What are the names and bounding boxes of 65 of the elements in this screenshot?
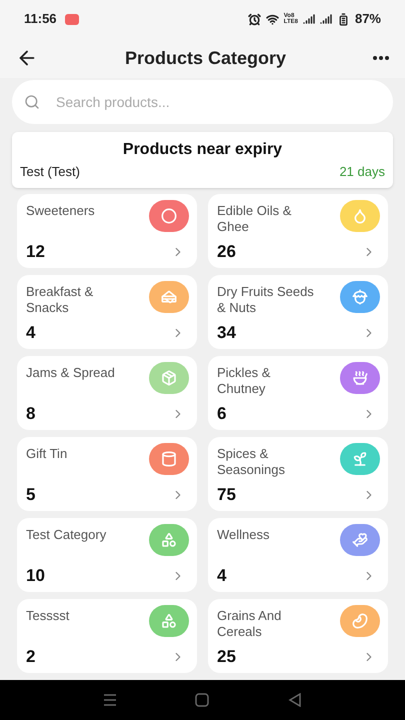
category-count: 6 <box>217 404 226 424</box>
category-count: 26 <box>217 242 236 262</box>
category-name: Dry Fruits Seeds & Nuts <box>217 282 315 316</box>
bean-icon <box>352 612 368 628</box>
category-count: 25 <box>217 646 236 666</box>
category-card[interactable]: Gift Tin 5 <box>17 436 197 510</box>
expiry-title: Products near expiry <box>122 140 284 160</box>
battery-icon <box>336 12 350 26</box>
search-field[interactable]: Search products... <box>12 80 393 124</box>
category-count: 12 <box>26 242 45 262</box>
category-card[interactable]: Tesssst 2 <box>17 598 197 672</box>
category-count: 34 <box>217 322 236 342</box>
category-card[interactable]: Grains And Cereals 25 <box>208 598 388 672</box>
bowl-icon <box>352 370 368 386</box>
category-card[interactable]: Sweeteners 12 <box>17 194 197 268</box>
category-card[interactable]: Breakfast & Snacks 4 <box>17 274 197 348</box>
back-icon[interactable] <box>288 693 302 707</box>
search-input[interactable]: Search products... <box>56 92 381 112</box>
category-name: Spices & Seasonings <box>217 444 286 478</box>
category-name: Breakfast & Snacks <box>26 282 94 316</box>
category-name: Pickles & Chutney <box>217 364 272 396</box>
category-name: Jams & Spread <box>26 364 115 380</box>
search-icon <box>24 94 40 110</box>
page-title: Products Category <box>124 46 288 70</box>
more-icon <box>373 56 389 60</box>
category-count: 8 <box>26 404 36 424</box>
notification-icon <box>64 14 79 24</box>
status-time: 11:56 <box>24 10 57 28</box>
category-card[interactable]: Dry Fruits Seeds & Nuts 34 <box>208 274 388 348</box>
battery-level: 87% <box>354 10 381 28</box>
alarm-icon <box>248 12 261 26</box>
shapes-icon <box>161 532 177 548</box>
category-card[interactable]: Spices & Seasonings 75 <box>208 436 388 510</box>
signal-icon <box>302 13 315 25</box>
expiry-product: Test (Test) <box>20 163 80 181</box>
category-name: Tesssst <box>26 606 70 624</box>
bread-icon <box>161 288 177 304</box>
hand-icon <box>352 532 368 548</box>
category-count: 4 <box>217 566 226 586</box>
leaf-icon <box>352 450 368 466</box>
nut-icon <box>352 288 368 304</box>
category-name: Sweeteners <box>26 202 95 218</box>
category-card[interactable]: Edible Oils & Ghee 26 <box>208 194 388 268</box>
category-name: Edible Oils & Ghee <box>217 202 292 234</box>
menu-icon[interactable] <box>103 694 118 706</box>
category-name: Test Category <box>26 526 106 542</box>
tin-icon <box>161 450 177 466</box>
category-card[interactable]: Pickles & Chutney 6 <box>208 356 388 430</box>
droplet-icon <box>352 208 368 224</box>
category-count: 10 <box>26 566 45 586</box>
category-count: 5 <box>26 484 36 504</box>
home-icon[interactable] <box>195 693 210 707</box>
category-name: Wellness <box>217 526 270 542</box>
category-count: 2 <box>26 646 36 666</box>
category-count: 4 <box>26 322 36 342</box>
category-card[interactable]: Test Category 10 <box>17 518 197 592</box>
signal-icon <box>320 13 332 25</box>
category-name: Gift Tin <box>26 444 68 462</box>
expiry-days: 21 days <box>339 162 385 182</box>
category-card[interactable]: Jams & Spread 8 <box>17 356 197 430</box>
category-card[interactable]: Wellness 4 <box>208 518 388 592</box>
shapes-icon <box>161 612 177 628</box>
category-count: 75 <box>217 484 236 504</box>
category-name: Grains And Cereals <box>217 606 282 640</box>
wifi-icon <box>266 12 279 26</box>
